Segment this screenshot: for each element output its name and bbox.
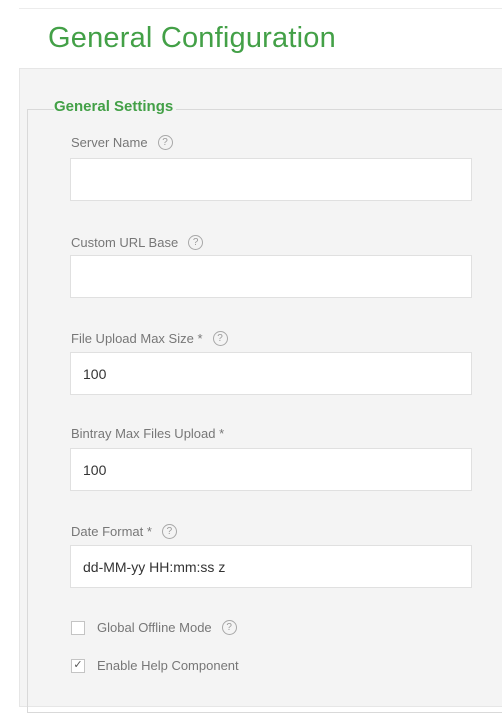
section-legend: General Settings xyxy=(54,98,177,115)
check-icon: ✓ xyxy=(73,659,83,671)
top-divider xyxy=(19,8,502,9)
global-offline-mode-label[interactable]: Global Offline Mode xyxy=(97,620,212,635)
page-title: General Configuration xyxy=(48,22,336,54)
enable-help-component-checkbox[interactable]: ✓ xyxy=(71,658,85,673)
custom-url-base-input[interactable] xyxy=(70,255,472,298)
custom-url-base-label-text: Custom URL Base xyxy=(71,235,179,250)
date-format-label: Date Format * ? xyxy=(71,524,177,539)
question-circle-icon[interactable]: ? xyxy=(188,235,204,250)
global-offline-mode-row: Global Offline Mode ? xyxy=(71,620,237,635)
question-circle-icon[interactable]: ? xyxy=(221,620,237,635)
server-name-input[interactable] xyxy=(70,158,472,201)
global-offline-mode-checkbox[interactable] xyxy=(71,620,85,635)
file-upload-max-size-label-text: File Upload Max Size * xyxy=(71,331,203,346)
question-circle-icon[interactable]: ? xyxy=(157,135,173,150)
bintray-max-files-upload-label-text: Bintray Max Files Upload * xyxy=(71,426,225,441)
question-circle-icon[interactable]: ? xyxy=(212,331,228,346)
file-upload-max-size-input[interactable] xyxy=(70,352,472,395)
bintray-max-files-upload-label: Bintray Max Files Upload * xyxy=(71,426,224,441)
server-name-label: Server Name ? xyxy=(71,135,173,150)
bintray-max-files-upload-input[interactable] xyxy=(70,448,472,491)
date-format-input[interactable] xyxy=(70,545,472,588)
date-format-label-text: Date Format * xyxy=(71,524,152,539)
server-name-label-text: Server Name xyxy=(71,135,148,150)
file-upload-max-size-label: File Upload Max Size * ? xyxy=(71,331,228,346)
enable-help-component-row: ✓ Enable Help Component xyxy=(71,658,239,673)
question-circle-icon[interactable]: ? xyxy=(161,524,177,539)
enable-help-component-label[interactable]: Enable Help Component xyxy=(97,658,239,673)
custom-url-base-label: Custom URL Base ? xyxy=(71,235,204,250)
